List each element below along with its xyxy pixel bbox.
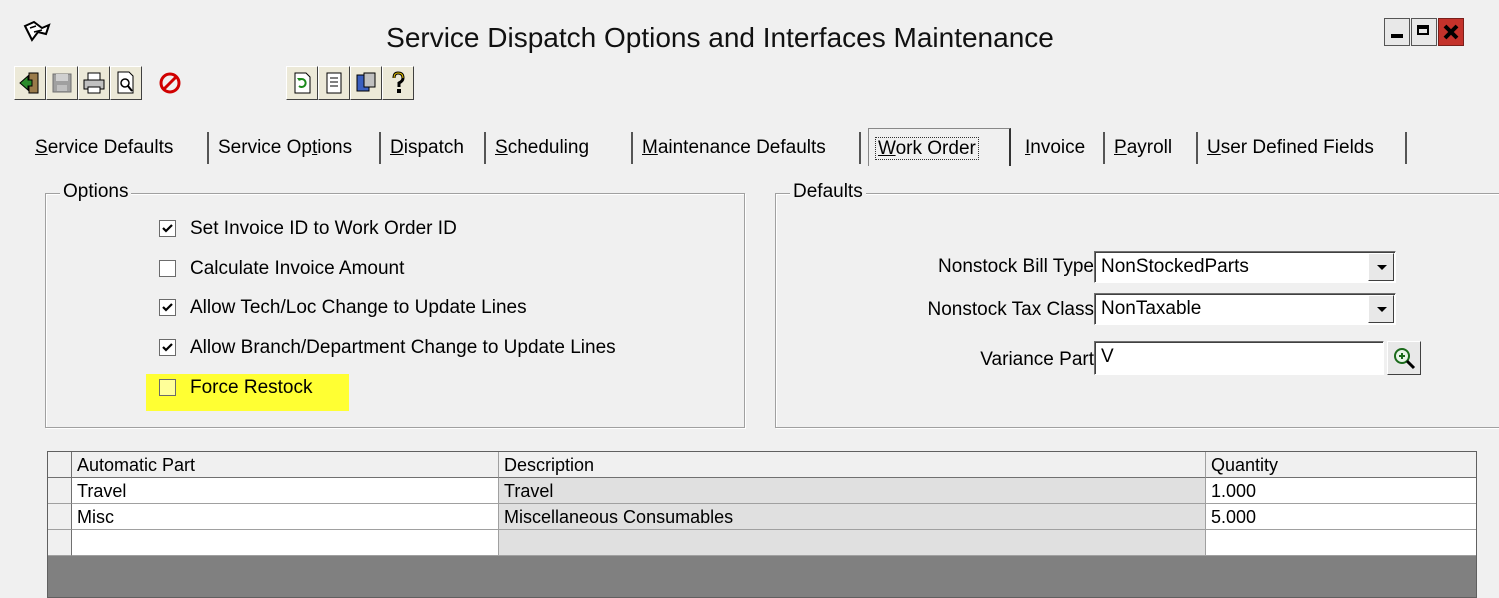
set-invoice-id-label: Set Invoice ID to Work Order ID xyxy=(190,218,457,239)
tab-service-defaults[interactable]: Service Defaults xyxy=(28,132,209,164)
cancel-button[interactable] xyxy=(154,66,186,100)
title-bar: Service Dispatch Options and Interfaces … xyxy=(0,0,1499,80)
refresh-icon xyxy=(294,72,311,94)
description-cell: Travel xyxy=(499,478,1206,504)
column-header-quantity[interactable]: Quantity xyxy=(1206,452,1476,478)
description-cell xyxy=(499,530,1206,556)
defaults-title: Defaults xyxy=(790,181,866,203)
nonstock-tax-class-label: Nonstock Tax Class xyxy=(927,299,1095,320)
allow-tech-loc-checkbox[interactable] xyxy=(159,299,176,316)
nonstock-tax-class-dropdown-button[interactable] xyxy=(1368,295,1394,323)
help-icon xyxy=(392,71,405,93)
calculate-invoice-amount-checkbox[interactable] xyxy=(159,260,176,277)
nonstock-tax-class-value: NonTaxable xyxy=(1101,298,1202,319)
tab-invoice[interactable]: Invoice xyxy=(1018,132,1105,164)
save-icon xyxy=(52,73,72,93)
column-header-automatic-part[interactable]: Automatic Part xyxy=(72,452,499,478)
description-cell: Miscellaneous Consumables xyxy=(499,504,1206,530)
interfaces-button[interactable] xyxy=(350,66,382,100)
window-title: Service Dispatch Options and Interfaces … xyxy=(386,22,1054,53)
tab-dispatch[interactable]: Dispatch xyxy=(383,132,486,164)
tab-maintenance-defaults[interactable]: Maintenance Defaults xyxy=(635,132,861,164)
defaults-group: Defaults Nonstock Bill Type NonStockedPa… xyxy=(775,181,1499,428)
row-indicator xyxy=(48,452,72,478)
tab-label: Invoice xyxy=(1025,137,1086,158)
tab-label: Dispatch xyxy=(390,137,464,158)
chevron-down-icon xyxy=(1377,265,1387,270)
tab-payroll[interactable]: Payroll xyxy=(1107,132,1198,164)
checkmark-icon xyxy=(162,224,173,233)
tab-label: Scheduling xyxy=(495,137,590,158)
print-button[interactable] xyxy=(78,66,110,100)
maximize-button[interactable] xyxy=(1411,18,1437,46)
set-invoice-id-checkbox[interactable] xyxy=(159,220,176,237)
tab-label: Service Options xyxy=(218,137,353,158)
variance-part-label: Variance Part xyxy=(980,349,1094,370)
refresh-button[interactable] xyxy=(286,66,318,100)
column-header-description[interactable]: Description xyxy=(499,452,1206,478)
quantity-cell[interactable]: 1.000 xyxy=(1206,478,1476,504)
nonstock-bill-type-value: NonStockedParts xyxy=(1101,256,1249,277)
calculate-invoice-amount-label: Calculate Invoice Amount xyxy=(190,258,405,279)
automatic-part-cell[interactable]: Travel xyxy=(72,478,499,504)
tab-label: Work Order xyxy=(875,137,979,160)
options-group: Options Set Invoice ID to Work Order ID … xyxy=(45,181,745,428)
notes-button[interactable] xyxy=(318,66,350,100)
checkmark-icon xyxy=(162,343,173,352)
nonstock-bill-type-dropdown-button[interactable] xyxy=(1368,253,1394,281)
options-title: Options xyxy=(60,181,132,203)
force-restock-checkbox[interactable] xyxy=(159,379,176,396)
allow-tech-loc-label: Allow Tech/Loc Change to Update Lines xyxy=(190,297,527,318)
force-restock-label: Force Restock xyxy=(190,377,313,398)
automatic-part-cell[interactable] xyxy=(72,530,499,556)
tab-label: Payroll xyxy=(1114,137,1173,158)
tab-user-defined-fields[interactable]: User Defined Fields xyxy=(1200,132,1407,164)
automatic-parts-grid: Automatic Part Description Quantity Trav… xyxy=(47,451,1477,598)
tab-label: Maintenance Defaults xyxy=(642,137,826,158)
tab-label: Service Defaults xyxy=(35,137,174,158)
nonstock-bill-type-select[interactable]: NonStockedParts xyxy=(1094,251,1396,283)
allow-branch-department-checkbox[interactable] xyxy=(159,339,176,356)
chevron-down-icon xyxy=(1377,307,1387,312)
row-indicator[interactable] xyxy=(48,478,72,504)
help-button[interactable] xyxy=(382,66,414,100)
close-button[interactable] xyxy=(1438,18,1464,46)
save-button[interactable] xyxy=(46,66,78,100)
row-indicator[interactable] xyxy=(48,504,72,530)
minimize-icon xyxy=(1391,34,1403,38)
minimize-button[interactable] xyxy=(1384,18,1410,46)
magnifier-icon xyxy=(1394,348,1416,370)
tab-label: User Defined Fields xyxy=(1207,137,1374,158)
notes-icon xyxy=(326,72,342,94)
tab-service-options[interactable]: Service Options xyxy=(211,132,381,164)
nonstock-bill-type-label: Nonstock Bill Type xyxy=(938,256,1094,277)
close-icon xyxy=(1443,24,1459,40)
variance-part-input[interactable]: V xyxy=(1094,341,1384,375)
interfaces-icon xyxy=(356,72,376,92)
exit-icon xyxy=(19,72,39,94)
tab-work-order[interactable]: Work Order xyxy=(868,128,1011,166)
maximize-icon xyxy=(1417,25,1429,35)
quantity-cell[interactable]: 5.000 xyxy=(1206,504,1476,530)
cancel-icon xyxy=(159,72,181,94)
automatic-part-cell[interactable]: Misc xyxy=(72,504,499,530)
print-preview-button[interactable] xyxy=(110,66,142,100)
exit-button[interactable] xyxy=(14,66,46,100)
print-preview-icon xyxy=(117,71,134,94)
allow-branch-department-label: Allow Branch/Department Change to Update… xyxy=(190,337,616,358)
variance-part-lookup-button[interactable] xyxy=(1387,341,1421,375)
print-icon xyxy=(83,72,105,94)
row-indicator[interactable] xyxy=(48,530,72,556)
quantity-cell[interactable] xyxy=(1206,530,1476,556)
checkmark-icon xyxy=(162,303,173,312)
tab-scheduling[interactable]: Scheduling xyxy=(488,132,633,164)
nonstock-tax-class-select[interactable]: NonTaxable xyxy=(1094,293,1396,325)
